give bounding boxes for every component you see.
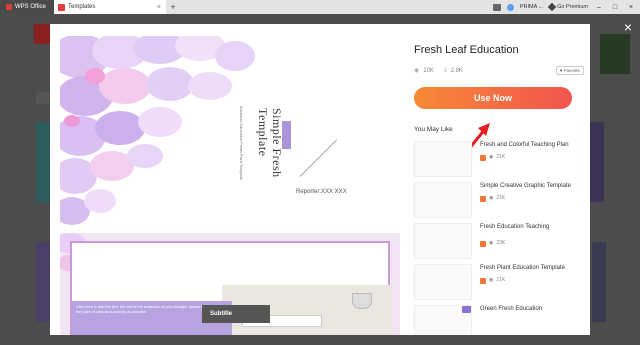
window-mode-icon[interactable]: [492, 3, 501, 11]
maximize-icon[interactable]: □: [610, 4, 620, 11]
recommendation-thumbnail: [414, 264, 472, 300]
recommendation-title: Fresh and Colorful Teaching Plan: [480, 142, 569, 148]
tab-templates-label: Templates: [68, 4, 96, 10]
avatar[interactable]: [506, 3, 514, 11]
downloads-count: 2.8K: [450, 67, 463, 74]
premium-icon: [547, 2, 557, 12]
slide-subtitle-box: Subtitle: [202, 305, 270, 323]
eye-icon: ◉: [414, 68, 420, 74]
wps-badge-icon: [480, 240, 486, 247]
templates-icon: [58, 3, 65, 11]
tab-wps-label: WPS Office: [15, 4, 46, 10]
list-item[interactable]: Green Fresh Education: [414, 305, 584, 335]
recommendation-thumbnail: [414, 141, 472, 177]
template-stats: ◉ 10K ⤓ 2.8K ♥ Favorite: [414, 66, 584, 75]
slide-divider: [299, 139, 338, 177]
close-tab-icon[interactable]: ×: [157, 4, 161, 11]
title-bar: WPS Office Templates × + PRIMA ... Go Pr…: [0, 0, 640, 14]
recommendation-title: Simple Creative Graphic Template: [480, 183, 571, 189]
new-tab-button[interactable]: +: [166, 2, 180, 12]
recommendation-info: Green Fresh Education: [480, 305, 584, 335]
recommendation-info: Fresh Education Teaching ◉ 23K: [480, 223, 584, 259]
wps-badge-icon: [480, 277, 486, 284]
list-item[interactable]: Simple Creative Graphic Template ◉ 21K: [414, 182, 584, 218]
tab-wps-office[interactable]: WPS Office: [0, 0, 54, 14]
recommendation-title: Green Fresh Education: [480, 306, 543, 312]
tab-templates[interactable]: Templates ×: [54, 0, 166, 14]
minimize-icon[interactable]: –: [594, 4, 604, 11]
eye-icon: ◉: [489, 240, 494, 246]
recommendation-views: 21K: [496, 154, 506, 160]
recommendation-info: Simple Creative Graphic Template ◉ 21K: [480, 182, 584, 218]
eye-icon: ◉: [489, 154, 494, 160]
recommendation-views: 21K: [496, 195, 506, 201]
template-name: Fresh Leaf Education: [414, 44, 519, 56]
heart-icon: ♥: [559, 68, 563, 73]
eye-icon: ◉: [489, 277, 494, 283]
slide-cover: Business Education PowerPoint Template S…: [60, 36, 400, 228]
premium-crown-icon: [462, 306, 471, 313]
recommendation-views: 23K: [496, 240, 506, 246]
background-card: [592, 242, 606, 322]
list-item[interactable]: Fresh and Colorful Teaching Plan ◉ 21K: [414, 141, 584, 177]
close-window-icon[interactable]: ×: [626, 4, 636, 11]
you-may-like-heading: You May Like: [414, 126, 453, 133]
background-banner: [600, 34, 630, 74]
wps-badge-icon: [480, 154, 486, 161]
recommendation-info: Fresh and Colorful Teaching Plan ◉ 21K: [480, 141, 584, 177]
titlebar-right: PRIMA ... Go Premium – □ ×: [492, 0, 640, 14]
use-now-button[interactable]: Use Now: [414, 87, 572, 109]
template-info: Fresh Leaf Education ◉ 10K ⤓ 2.8K ♥ Favo…: [414, 44, 584, 109]
favorite-label: Favorite: [563, 68, 580, 73]
list-item[interactable]: Fresh Education Teaching ◉ 23K: [414, 223, 584, 259]
user-name[interactable]: PRIMA ...: [520, 4, 543, 10]
recommendation-thumbnail: [414, 182, 472, 218]
views-count: 10K: [423, 67, 434, 74]
eye-icon: ◉: [489, 195, 494, 201]
slide-subtitle-lines: Business Education PowerPoint Template: [239, 106, 244, 180]
wps-badge-icon: [480, 195, 486, 202]
go-premium-label: Go Premium: [557, 4, 588, 10]
favorite-button[interactable]: ♥ Favorite: [555, 66, 584, 75]
recommendation-meta: ◉ 21K: [480, 194, 584, 203]
recommendation-meta: ◉ 23K: [480, 239, 584, 248]
template-preview[interactable]: Business Education PowerPoint Template S…: [60, 36, 400, 335]
slide-content: Click here to add the text, the text is …: [60, 233, 400, 335]
list-item[interactable]: Fresh Plant Education Template ◉ 21K: [414, 264, 584, 300]
slide-frame: Click here to add the text, the text is …: [70, 241, 392, 335]
background-card: [590, 122, 604, 202]
download-icon: ⤓: [443, 67, 447, 73]
slide-tag: [282, 121, 291, 149]
close-modal-icon[interactable]: ×: [621, 20, 635, 34]
slide-title: Simple Fresh Template: [256, 108, 284, 178]
template-preview-modal: Business Education PowerPoint Template S…: [50, 24, 590, 335]
coffee-cup-image: [352, 293, 372, 309]
recommendation-title: Fresh Education Teaching: [480, 224, 550, 230]
go-premium-button[interactable]: Go Premium: [547, 2, 588, 12]
recommendation-meta: ◉ 21K: [480, 276, 584, 285]
recommendation-views: 21K: [496, 277, 506, 283]
wps-logo-icon: [6, 4, 12, 10]
recommendation-meta: ◉ 21K: [480, 153, 584, 162]
recommendation-title: Fresh Plant Education Template: [480, 265, 565, 271]
recommendation-info: Fresh Plant Education Template ◉ 21K: [480, 264, 584, 300]
recommendation-thumbnail: [414, 223, 472, 259]
slide-reporter: Reporter:XXX XXX: [296, 189, 347, 195]
